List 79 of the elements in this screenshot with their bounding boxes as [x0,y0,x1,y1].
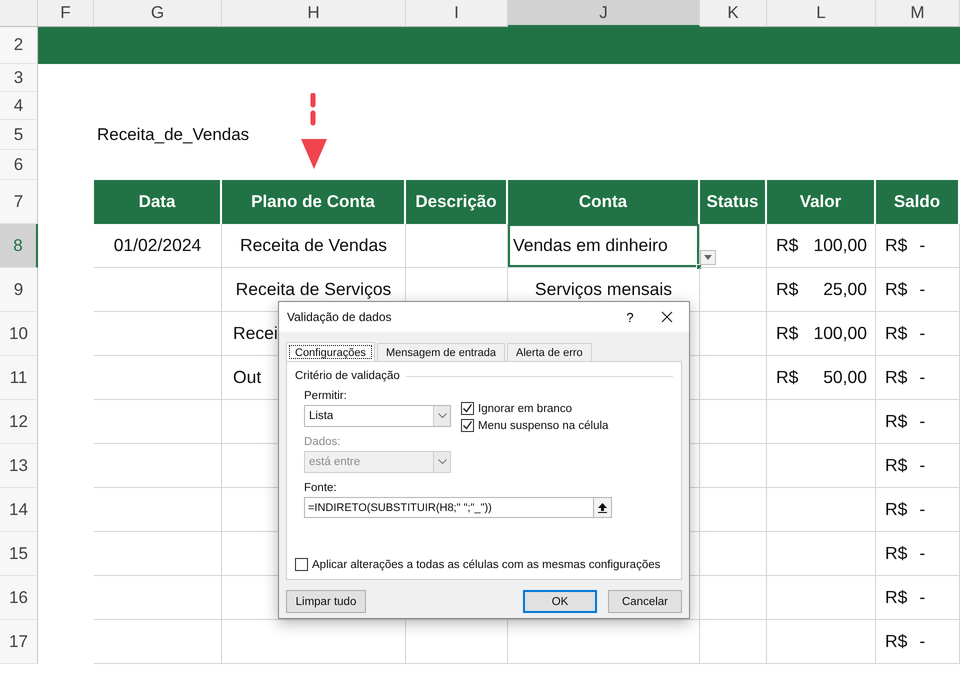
table-header-cell: Valor [767,180,876,224]
row-header[interactable]: 15 [0,532,38,576]
range-name: Receita_de_Vendas [96,124,250,146]
group-label: Critério de validação [295,370,400,382]
triangle-down-icon [704,255,712,260]
tab[interactable]: Mensagem de entrada [376,343,506,361]
table-cell: R$ - [876,224,960,268]
row-header[interactable]: 14 [0,488,38,532]
row-header[interactable]: 13 [0,444,38,488]
row-header[interactable]: 17 [0,620,38,664]
close-icon [661,311,673,323]
checkbox[interactable] [295,558,308,571]
table-cell: R$ 100,00 [767,224,876,268]
table-cell: Receita de Vendas [222,224,406,268]
row-header[interactable]: 6 [0,150,38,180]
row-header[interactable]: 4 [0,92,38,120]
collapse-button[interactable] [594,497,612,518]
field-label: Fonte: [304,482,338,494]
column-header[interactable]: H [222,0,406,27]
row-header[interactable]: 7 [0,180,38,224]
column-header[interactable]: K [700,0,767,27]
dropdown-button[interactable] [700,250,716,265]
row-header[interactable]: 8 [0,224,38,268]
row-header[interactable]: 16 [0,576,38,620]
column-header[interactable]: M [876,0,960,27]
chevron-down-icon [438,459,446,465]
checkbox[interactable] [461,419,474,432]
table-cell: R$ - [876,312,960,356]
table-cell: R$ 25,00 [767,268,876,312]
row-header[interactable]: 10 [0,312,38,356]
checkbox-label: Aplicar alterações a todas as células com as mesmas configurações [312,558,660,570]
table-cell: R$ - [876,268,960,312]
table-cell [700,620,767,664]
field-label: Permitir: [304,390,348,402]
table-header-cell: Plano de Conta [222,180,406,224]
table-cell: R$ 50,00 [767,356,876,400]
row-header[interactable]: 9 [0,268,38,312]
table-cell [700,224,767,268]
table-cell: R$ - [876,620,960,664]
table-cell: R$ - [876,532,960,576]
table-cell: R$ 100,00 [767,312,876,356]
table-cell: Vendas em dinheiro [508,224,700,268]
source-input-field[interactable]: =INDIRETO(SUBSTITUIR(H8;" ";"_")) [304,497,594,518]
table-header-cell: Data [94,180,222,224]
table-header-cell: Status [700,180,767,224]
table-cell [700,268,767,312]
dropdown-select[interactable]: Lista [304,405,451,427]
column-header[interactable]: F [38,0,94,27]
column-header[interactable]: J [508,0,700,27]
column-header[interactable]: G [94,0,222,27]
table-header-cell: Saldo [876,180,960,224]
table-cell: R$ - [876,576,960,620]
table-header-cell: Conta [508,180,700,224]
dialog-button[interactable]: Cancelar [608,590,682,613]
row-header[interactable]: 12 [0,400,38,444]
field-label: Dados: [304,436,342,448]
up-arrow-icon [598,502,607,512]
checkbox-label: Menu suspenso na célula [478,420,608,432]
checkbox-label: Ignorar em branco [478,402,572,414]
column-header[interactable]: I [406,0,508,27]
table-header-cell: Descrição [406,180,508,224]
dialog-button[interactable]: OK [523,590,597,613]
tab[interactable]: Configurações [286,342,375,362]
checkbox[interactable] [461,402,474,415]
row-header[interactable]: 11 [0,356,38,400]
table-cell [700,576,767,620]
table-cell: R$ - [876,444,960,488]
chevron-down-icon [438,413,446,419]
row-header[interactable]: 2 [0,27,38,64]
table-cell: R$ - [876,488,960,532]
tab[interactable]: Alerta de erro [507,343,592,361]
dialog-button[interactable]: Limpar tudo [286,590,366,613]
table-cell: R$ - [876,356,960,400]
row-header[interactable]: 3 [0,64,38,92]
row-header[interactable]: 5 [0,120,38,150]
table-cell: 01/02/2024 [94,224,222,268]
table-cell: R$ - [876,400,960,444]
dialog-title: Validação de dados [287,310,393,324]
column-header[interactable]: L [767,0,876,27]
